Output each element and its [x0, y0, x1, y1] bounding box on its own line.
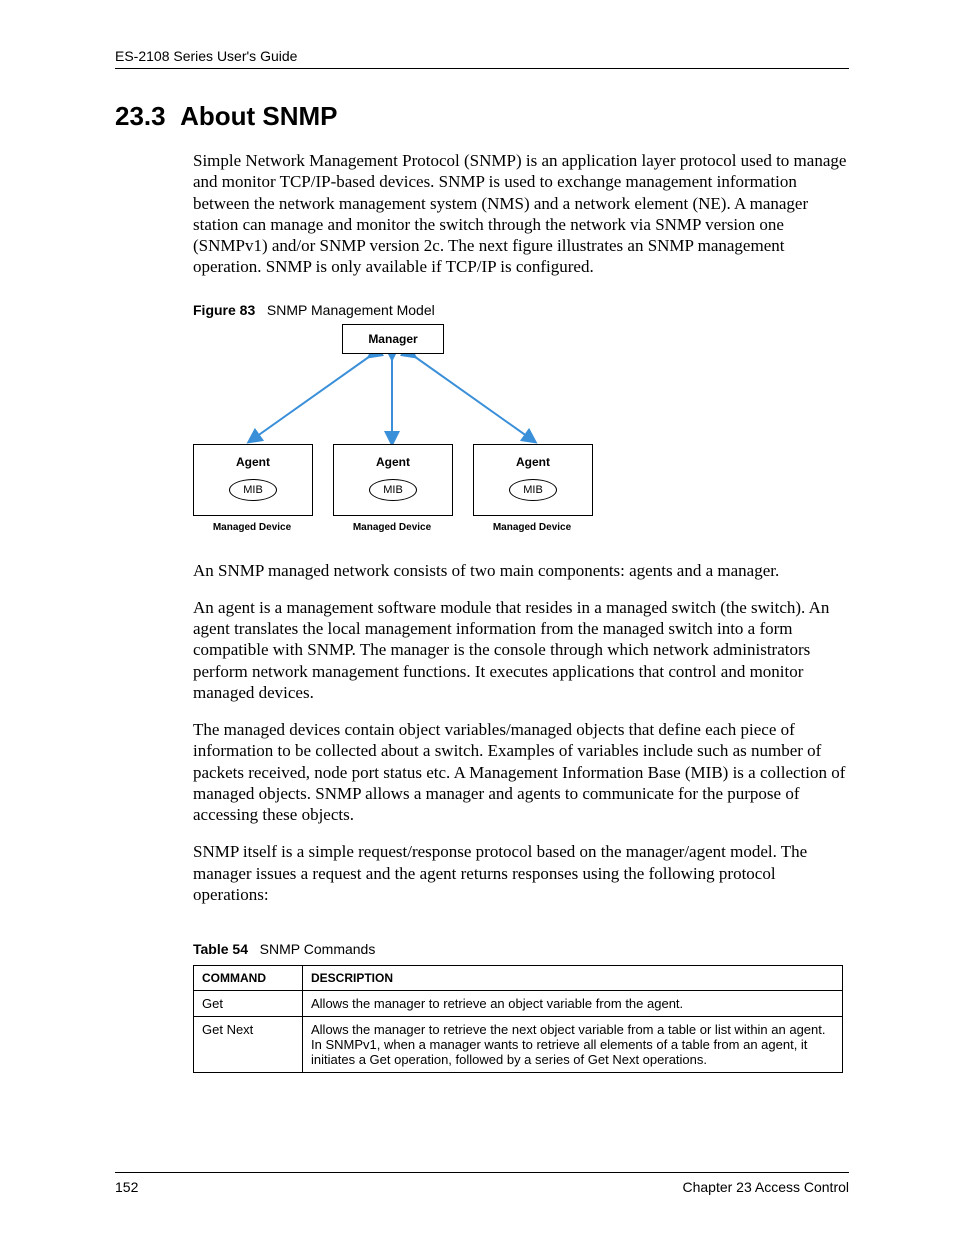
mib-node: MIB — [229, 479, 277, 501]
agent-node-3: Agent MIB — [473, 444, 593, 516]
figure-number: Figure 83 — [193, 302, 255, 318]
section-title-text: About SNMP — [180, 101, 337, 131]
cell-description: Allows the manager to retrieve the next … — [303, 1017, 843, 1073]
agent-label: Agent — [474, 455, 592, 469]
page-footer: 152 Chapter 23 Access Control — [115, 1172, 849, 1195]
cell-command: Get Next — [194, 1017, 303, 1073]
col-header-command: COMMAND — [194, 966, 303, 991]
table-header-row: COMMAND DESCRIPTION — [194, 966, 843, 991]
mib-node: MIB — [369, 479, 417, 501]
snmp-diagram: Manager Agent MIB Managed Device Agent M… — [193, 324, 591, 542]
mib-node: MIB — [509, 479, 557, 501]
table-caption: SNMP Commands — [260, 941, 376, 957]
paragraph: SNMP itself is a simple request/response… — [193, 841, 849, 905]
section-number: 23.3 — [115, 101, 166, 131]
cell-command: Get — [194, 991, 303, 1017]
running-header: ES-2108 Series User's Guide — [115, 48, 849, 69]
chapter-label: Chapter 23 Access Control — [682, 1179, 849, 1195]
table-label: Table 54 SNMP Commands — [193, 941, 849, 957]
paragraph: Simple Network Management Protocol (SNMP… — [193, 150, 849, 278]
table-row: Get Next Allows the manager to retrieve … — [194, 1017, 843, 1073]
figure-caption: SNMP Management Model — [267, 302, 435, 318]
managed-device-label: Managed Device — [473, 522, 591, 533]
paragraph: An SNMP managed network consists of two … — [193, 560, 849, 581]
page-number: 152 — [115, 1179, 138, 1195]
agent-label: Agent — [334, 455, 452, 469]
managed-device-label: Managed Device — [193, 522, 311, 533]
paragraph: The managed devices contain object varia… — [193, 719, 849, 825]
paragraph: An agent is a management software module… — [193, 597, 849, 703]
cell-description: Allows the manager to retrieve an object… — [303, 991, 843, 1017]
snmp-commands-table: COMMAND DESCRIPTION Get Allows the manag… — [193, 965, 843, 1073]
table-row: Get Allows the manager to retrieve an ob… — [194, 991, 843, 1017]
col-header-description: DESCRIPTION — [303, 966, 843, 991]
agent-label: Agent — [194, 455, 312, 469]
table-number: Table 54 — [193, 941, 248, 957]
managed-device-label: Managed Device — [333, 522, 451, 533]
agent-node-2: Agent MIB — [333, 444, 453, 516]
figure-label: Figure 83 SNMP Management Model — [193, 302, 849, 318]
section-heading: 23.3 About SNMP — [115, 101, 849, 132]
agent-node-1: Agent MIB — [193, 444, 313, 516]
manager-node: Manager — [342, 324, 444, 354]
